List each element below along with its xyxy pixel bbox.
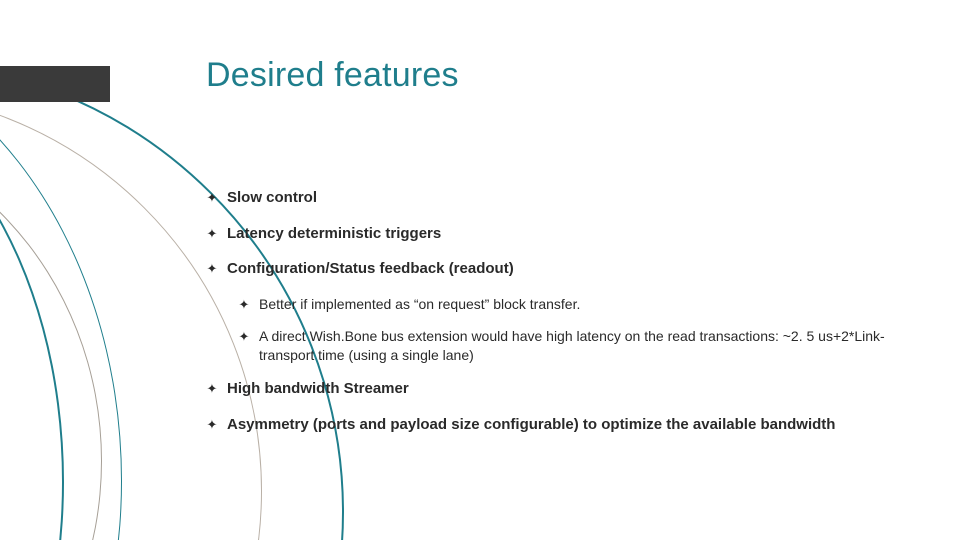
list-item: ✦ Configuration/Status feedback (readout… (206, 259, 906, 279)
list-subitem-text: Better if implemented as “on request” bl… (259, 295, 906, 314)
slide-title: Desired features (206, 56, 459, 95)
diamond-bullet-icon: ✦ (206, 380, 218, 398)
slide-body: ✦ Slow control ✦ Latency deterministic t… (206, 188, 906, 450)
diamond-bullet-icon: ✦ (238, 296, 250, 314)
list-item: ✦ High bandwidth Streamer (206, 379, 906, 399)
list-item: ✦ Asymmetry (ports and payload size conf… (206, 415, 906, 435)
list-item-text: Configuration/Status feedback (readout) (227, 259, 906, 279)
diamond-bullet-icon: ✦ (206, 260, 218, 278)
list-item-text: Latency deterministic triggers (227, 224, 906, 244)
list-subitem-text: A direct Wish.Bone bus extension would h… (259, 327, 906, 365)
diamond-bullet-icon: ✦ (206, 189, 218, 207)
diamond-bullet-icon: ✦ (206, 225, 218, 243)
decorative-bar (0, 66, 110, 102)
list-item-text: Slow control (227, 188, 906, 208)
list-item-text: Asymmetry (ports and payload size config… (227, 415, 906, 435)
diamond-bullet-icon: ✦ (238, 328, 250, 346)
list-item: ✦ Latency deterministic triggers (206, 224, 906, 244)
list-subitem: ✦ A direct Wish.Bone bus extension would… (238, 327, 906, 365)
diamond-bullet-icon: ✦ (206, 416, 218, 434)
list-subitem: ✦ Better if implemented as “on request” … (238, 295, 906, 314)
list-item-text: High bandwidth Streamer (227, 379, 906, 399)
list-item: ✦ Slow control (206, 188, 906, 208)
